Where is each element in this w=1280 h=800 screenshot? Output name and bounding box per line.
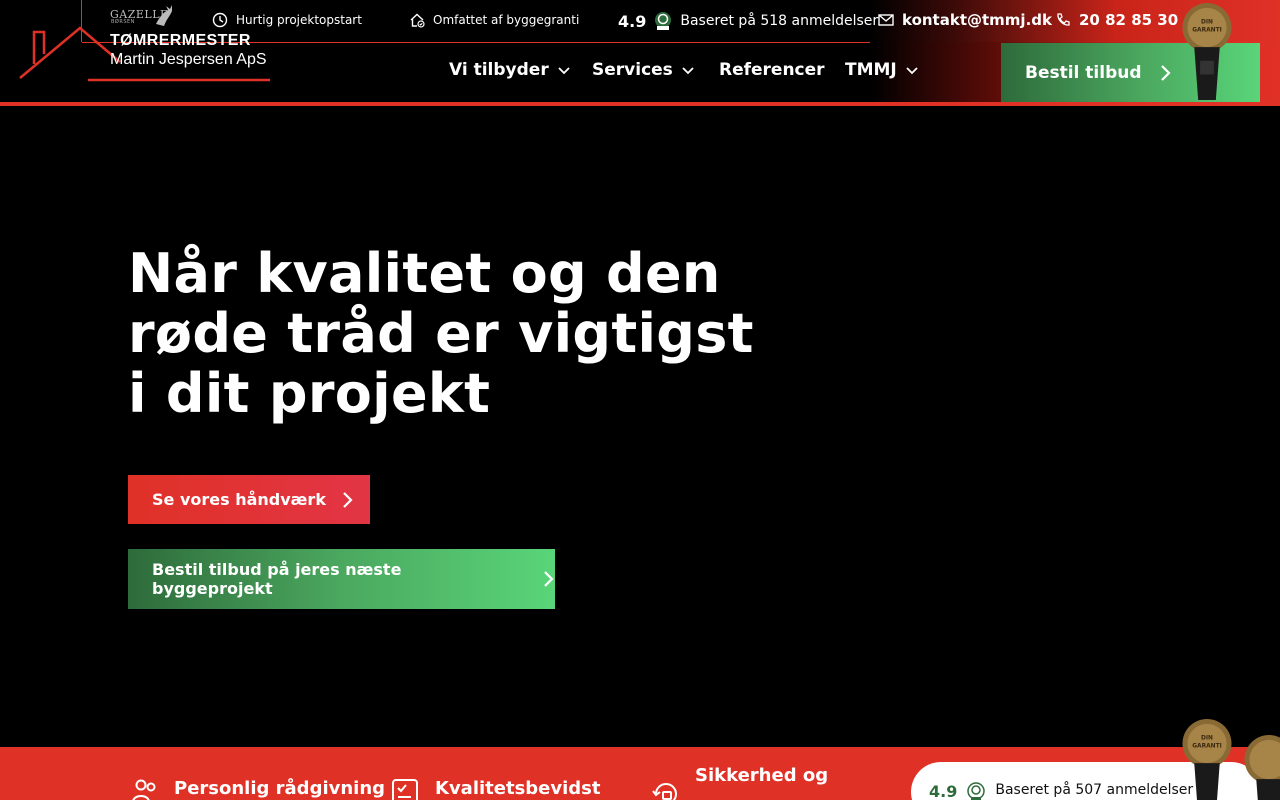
order-project-quote-label: Bestil tilbud på jeres næste byggeprojek… bbox=[152, 560, 402, 598]
nav-item-label: Vi tilbyder bbox=[449, 60, 549, 80]
review-score: 4.9 bbox=[929, 782, 958, 800]
nav-item-tmmj[interactable]: TMMJ bbox=[845, 60, 919, 80]
feature-safety-label: Sikkerhed og bbox=[695, 765, 829, 786]
chevron-down-icon bbox=[558, 67, 570, 75]
chevron-down-icon bbox=[906, 67, 918, 75]
logo-subtitle: Martin Jespersen ApS bbox=[110, 51, 267, 68]
see-craftsmanship-button[interactable]: Se vores håndværk bbox=[128, 475, 370, 524]
feature-personal-advice-label: Personlig rådgivning bbox=[174, 778, 386, 799]
svg-text:DIN: DIN bbox=[1201, 736, 1213, 742]
header-bottom-border bbox=[0, 102, 1280, 106]
phone-label: 20 82 85 30 bbox=[1079, 11, 1179, 29]
svg-text:GARANTI: GARANTI bbox=[1192, 743, 1222, 749]
svg-text:GARANTI: GARANTI bbox=[1192, 27, 1222, 33]
chevron-right-icon bbox=[544, 571, 554, 587]
topbar-guarantee: Omfattet af byggegranti bbox=[409, 12, 579, 28]
nav-item-label: Referencer bbox=[719, 60, 825, 80]
feature-quality: Kvalitetsbevidst bbox=[391, 778, 601, 800]
guarantee-badge-icon: DIN GARANTI bbox=[1182, 2, 1232, 100]
guarantee-badge-icon bbox=[1244, 734, 1280, 800]
topbar-quick-start-label: Hurtig projektopstart bbox=[236, 13, 362, 27]
rating-text: Baseret på 518 anmeldelser bbox=[680, 13, 879, 29]
chevron-right-icon bbox=[1160, 64, 1171, 81]
chevron-down-icon bbox=[682, 67, 694, 75]
logo-title: TØMRERMESTER bbox=[110, 32, 251, 49]
topbar-guarantee-label: Omfattet af byggegranti bbox=[433, 13, 580, 27]
people-icon bbox=[132, 779, 156, 800]
logo-gazelle-text: GAZELLE bbox=[110, 8, 169, 21]
nav-item-services[interactable]: Services bbox=[592, 60, 695, 80]
order-project-quote-button[interactable]: Bestil tilbud på jeres næste byggeprojek… bbox=[128, 549, 555, 609]
hero-title-line1: Når kvalitet og den bbox=[128, 242, 721, 305]
checklist-icon bbox=[392, 779, 418, 800]
feature-personal-advice: Personlig rådgivning bbox=[130, 778, 385, 800]
phone-link[interactable]: 20 82 85 30 bbox=[1055, 11, 1178, 29]
hero-title-line2: røde tråd er vigtigst bbox=[128, 302, 754, 365]
feature-quality-label: Kvalitetsbevidst bbox=[435, 778, 601, 799]
chevron-right-icon bbox=[343, 491, 353, 508]
review-badge-icon bbox=[967, 782, 986, 800]
email-link[interactable]: kontakt@tmmj.dk bbox=[878, 11, 1052, 29]
see-craftsmanship-label: Se vores håndværk bbox=[152, 490, 326, 509]
svg-text:DIN: DIN bbox=[1201, 20, 1213, 26]
clock-icon bbox=[212, 12, 228, 28]
nav-item-label: Services bbox=[592, 60, 673, 80]
order-quote-label: Bestil tilbud bbox=[1025, 62, 1142, 83]
nav-item-label: TMMJ bbox=[845, 60, 897, 80]
feature-safety: Sikkerhed og bbox=[651, 765, 828, 800]
mail-icon bbox=[878, 14, 894, 26]
review-badge-icon bbox=[655, 12, 672, 30]
guarantee-badge-icon[interactable]: DIN GARANTI bbox=[1180, 718, 1234, 800]
hero-title-line3: i dit projekt bbox=[128, 362, 491, 425]
top-rating[interactable]: 4.9 Baseret på 518 anmeldelser bbox=[618, 11, 878, 31]
rating-score: 4.9 bbox=[618, 11, 647, 31]
topbar-quick-start: Hurtig projektopstart bbox=[212, 12, 362, 28]
house-check-icon bbox=[410, 13, 425, 28]
nav-item-referencer[interactable]: Referencer bbox=[719, 60, 825, 80]
phone-icon bbox=[1057, 13, 1070, 26]
email-label: kontakt@tmmj.dk bbox=[902, 11, 1052, 29]
refresh-shield-icon bbox=[652, 783, 677, 800]
hero-title: Når kvalitet og den røde tråd er vigtigs… bbox=[128, 244, 768, 424]
nav-item-vi-tilbyder[interactable]: Vi tilbyder bbox=[449, 60, 571, 80]
review-text: Baseret på 507 anmeldelser bbox=[995, 782, 1194, 798]
